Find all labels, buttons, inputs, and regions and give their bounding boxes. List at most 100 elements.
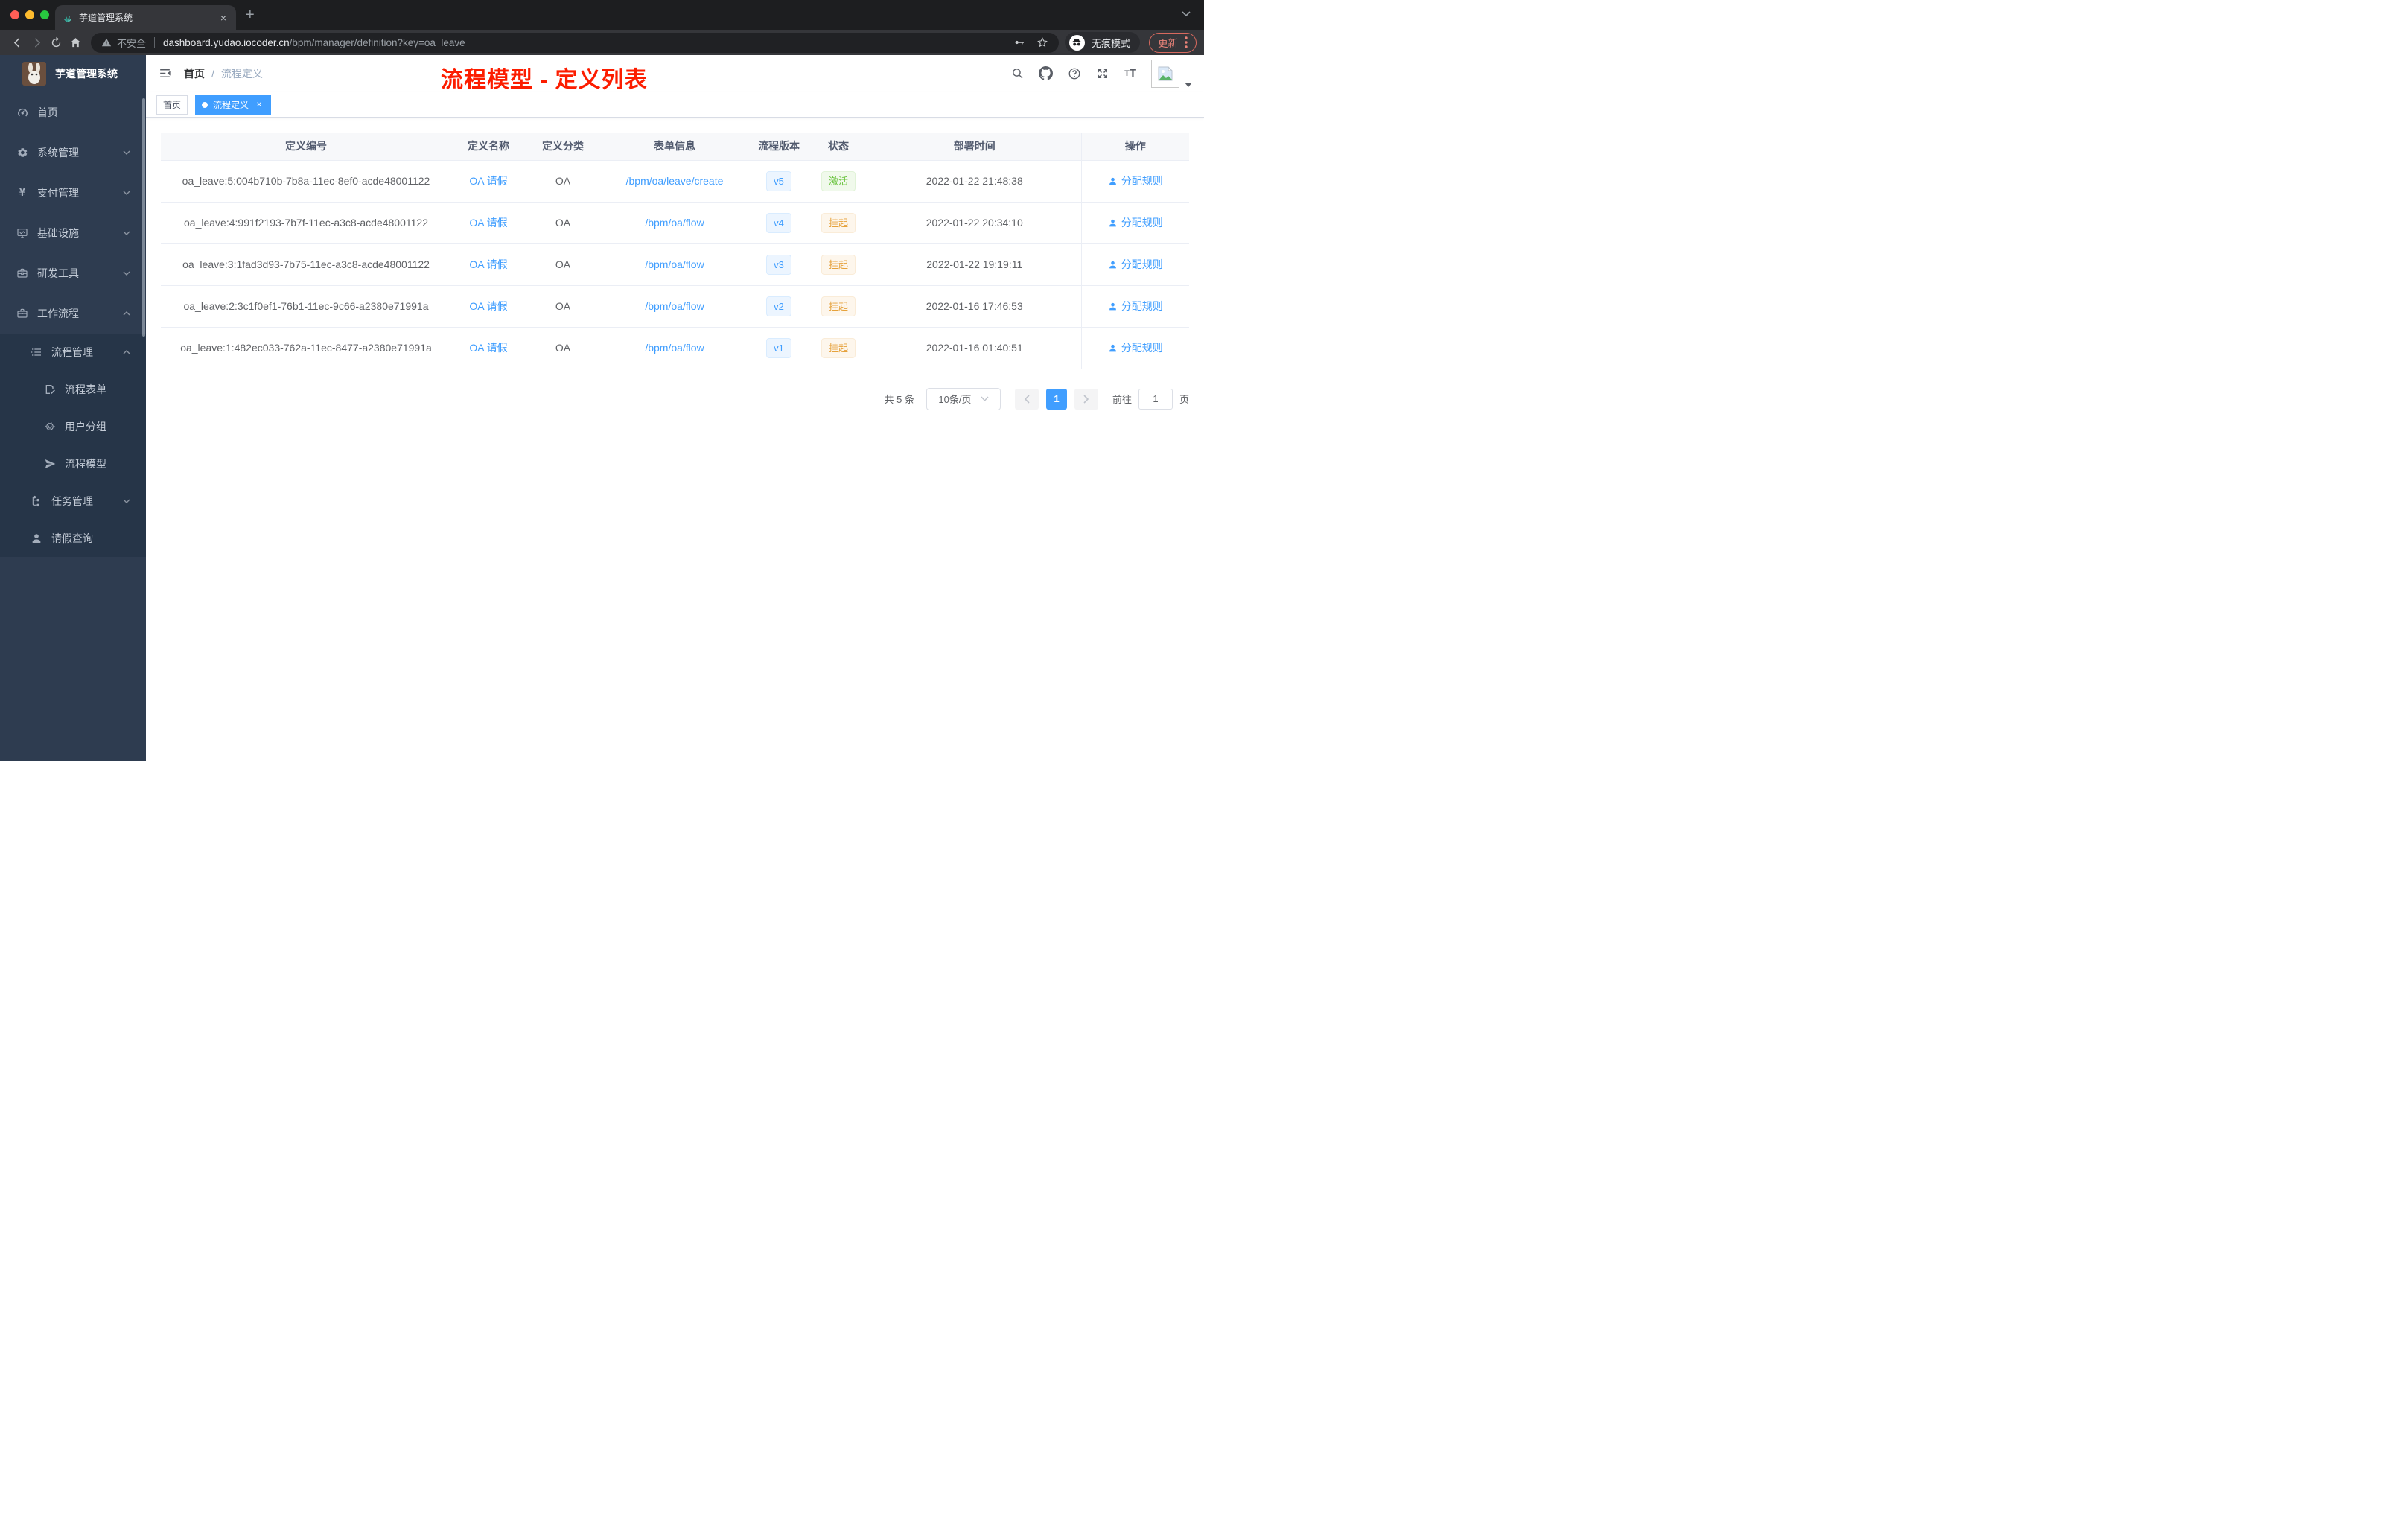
definition-name-link[interactable]: OA 请假	[469, 258, 507, 270]
page-content: 定义编号 定义名称 定义分类 表单信息 流程版本 状态 部署时间 操作 oa_leave:5:…	[146, 118, 1204, 425]
sidebar-item-payment[interactable]: ¥ 支付管理	[0, 173, 146, 213]
version-badge: v4	[766, 212, 791, 233]
minimize-window-button[interactable]	[25, 10, 34, 19]
sidebar-item-home[interactable]: 首页	[0, 92, 146, 133]
password-key-icon[interactable]	[1013, 36, 1025, 48]
form-info-link[interactable]: /bpm/oa/flow	[645, 258, 704, 270]
back-button[interactable]	[7, 33, 27, 52]
chevron-up-icon	[122, 309, 131, 318]
briefcase-icon	[16, 308, 29, 319]
sidebar-item-process-form[interactable]: 流程表单	[0, 371, 146, 408]
url-text[interactable]: dashboard.yudao.iocoder.cn/bpm/manager/d…	[163, 37, 465, 48]
update-chrome-button[interactable]: 更新	[1149, 32, 1197, 53]
assign-rule-link[interactable]: 分配规则	[1108, 257, 1163, 272]
page-size-select[interactable]: 10条/页	[926, 387, 1001, 410]
definition-name-link[interactable]: OA 请假	[469, 342, 507, 354]
chevron-down-icon	[122, 229, 131, 238]
main-area: 首页 / 流程定义 TT 流程模型 - 定义列表 首页 流程定义 × 定义编号 …	[146, 55, 1204, 761]
chevron-up-icon	[122, 348, 131, 357]
assign-rule-link[interactable]: 分配规则	[1108, 173, 1163, 188]
sidebar-item-label: 工作流程	[37, 308, 79, 319]
version-badge: v5	[766, 171, 791, 191]
tab-search-chevron-icon[interactable]	[1182, 11, 1191, 17]
assign-rule-link[interactable]: 分配规则	[1108, 340, 1163, 355]
sidebar-item-system[interactable]: 系统管理	[0, 133, 146, 173]
tag-process-definition[interactable]: 流程定义 ×	[195, 95, 272, 115]
tag-active-dot	[202, 101, 208, 108]
tab-close-icon[interactable]: ×	[218, 12, 229, 24]
tree-icon	[30, 495, 43, 507]
sidebar-item-task-manage[interactable]: 任务管理	[0, 483, 146, 520]
sidebar-collapse-icon[interactable]	[158, 66, 172, 80]
assign-rule-link[interactable]: 分配规则	[1108, 215, 1163, 230]
chevron-down-icon	[122, 188, 131, 197]
definition-category: OA	[555, 175, 571, 187]
site-favicon-icon	[63, 13, 73, 23]
tag-home[interactable]: 首页	[156, 95, 188, 115]
sidebar-scrollbar[interactable]	[142, 98, 145, 337]
home-button[interactable]	[66, 33, 85, 52]
sidebar-item-leave-query[interactable]: 请假查询	[0, 520, 146, 557]
column-header: 状态	[809, 133, 868, 161]
definition-category: OA	[555, 342, 571, 354]
forward-button[interactable]	[27, 33, 46, 52]
definition-category: OA	[555, 300, 571, 312]
tag-close-icon[interactable]: ×	[254, 99, 264, 110]
form-info-link[interactable]: /bpm/oa/flow	[645, 300, 704, 312]
sidebar-item-process-manage[interactable]: 流程管理	[0, 334, 146, 371]
sidebar-item-infra[interactable]: 基础设施	[0, 213, 146, 253]
definition-name-link[interactable]: OA 请假	[469, 175, 507, 187]
page-number-button[interactable]: 1	[1045, 388, 1067, 410]
user-avatar[interactable]	[1151, 59, 1179, 88]
form-info-link[interactable]: /bpm/oa/leave/create	[626, 175, 724, 187]
sidebar-item-user-group[interactable]: 用户分组	[0, 408, 146, 445]
github-icon[interactable]	[1039, 66, 1054, 80]
sidebar-item-workflow[interactable]: 工作流程	[0, 293, 146, 334]
breadcrumb-separator: /	[211, 67, 214, 80]
close-window-button[interactable]	[10, 10, 19, 19]
browser-window: 芋道管理系统 × + 不安全 dashboard.yudao.iocoder.c…	[0, 0, 1204, 761]
user-icon	[30, 532, 43, 544]
app-title: 芋道管理系统	[55, 68, 118, 80]
font-size-icon[interactable]: TT	[1124, 67, 1136, 80]
status-badge: 激活	[821, 171, 856, 191]
zoom-window-button[interactable]	[40, 10, 49, 19]
security-indicator[interactable]: 不安全	[101, 36, 146, 50]
url-host: dashboard.yudao.iocoder.cn	[163, 36, 290, 48]
prev-page-button[interactable]	[1014, 388, 1039, 410]
status-badge: 挂起	[821, 254, 856, 275]
reload-button[interactable]	[46, 33, 66, 52]
fullscreen-icon[interactable]	[1096, 67, 1109, 80]
search-icon[interactable]	[1011, 67, 1024, 80]
definition-name-link[interactable]: OA 请假	[469, 300, 507, 312]
next-page-button[interactable]	[1074, 388, 1098, 410]
chevron-down-icon	[122, 148, 131, 157]
breadcrumb-home[interactable]: 首页	[184, 66, 205, 81]
browser-tab[interactable]: 芋道管理系统 ×	[55, 5, 236, 30]
gear-icon	[16, 147, 29, 159]
yen-icon: ¥	[19, 186, 26, 199]
new-tab-button[interactable]: +	[246, 7, 255, 24]
table-header-row: 定义编号 定义名称 定义分类 表单信息 流程版本 状态 部署时间 操作	[161, 133, 1189, 161]
sidebar-item-process-model[interactable]: 流程模型	[0, 445, 146, 483]
address-bar[interactable]: 不安全 dashboard.yudao.iocoder.cn/bpm/manag…	[91, 32, 1059, 53]
assign-rule-link[interactable]: 分配规则	[1108, 299, 1163, 313]
column-header: 流程版本	[749, 133, 809, 161]
help-icon[interactable]	[1068, 67, 1081, 80]
form-info-link[interactable]: /bpm/oa/flow	[645, 217, 704, 229]
breadcrumb-current: 流程定义	[220, 67, 263, 80]
definition-id: oa_leave:4:991f2193-7b7f-11ec-a3c8-acde4…	[184, 217, 428, 229]
sidebar-logo[interactable]: 芋道管理系统	[0, 55, 146, 92]
person-icon	[1108, 176, 1118, 186]
page-size-value: 10条/页	[938, 394, 972, 405]
browser-menu-dots-icon[interactable]	[1185, 36, 1188, 48]
goto-label: 前往	[1112, 394, 1132, 405]
definition-name-link[interactable]: OA 请假	[469, 217, 507, 229]
sidebar-item-devtools[interactable]: 研发工具	[0, 253, 146, 293]
column-header: 部署时间	[868, 133, 1081, 161]
sidebar-item-label: 基础设施	[37, 227, 79, 239]
goto-page-input[interactable]	[1138, 388, 1173, 410]
form-info-link[interactable]: /bpm/oa/flow	[645, 342, 704, 354]
bookmark-star-icon[interactable]	[1036, 36, 1048, 48]
avatar-caret-icon[interactable]	[1185, 82, 1192, 88]
